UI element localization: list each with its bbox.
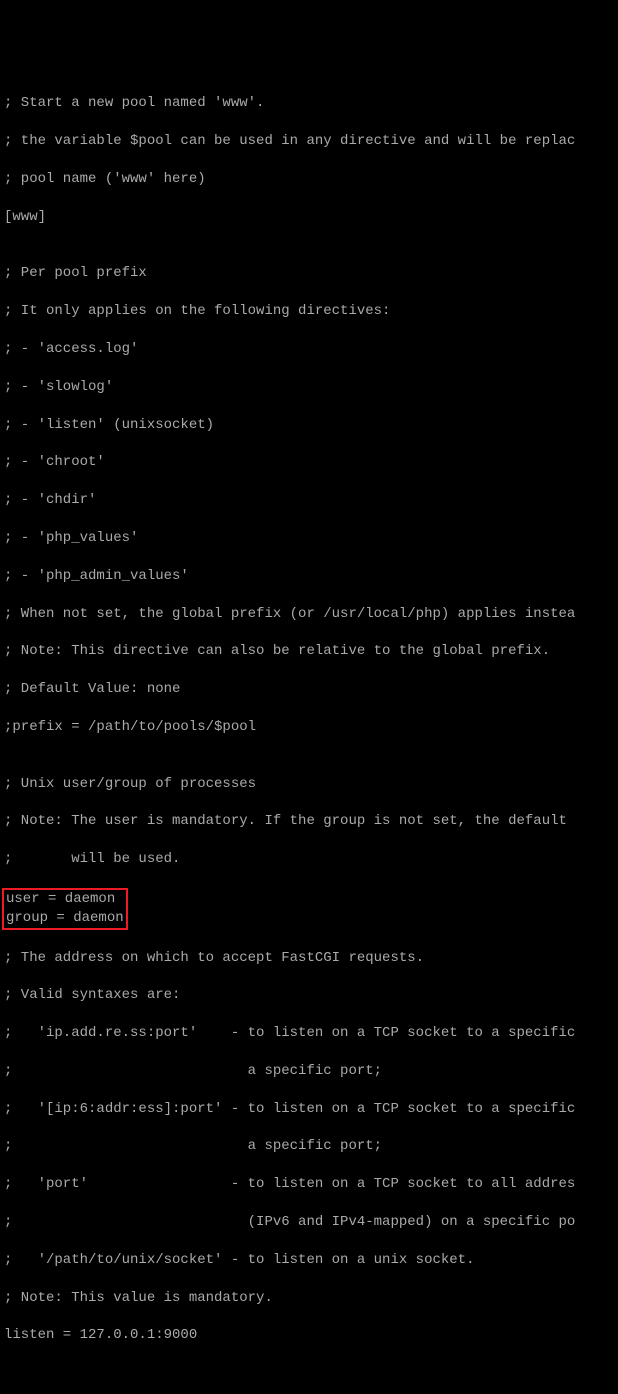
config-line: ; Unix user/group of processes xyxy=(4,775,614,794)
config-line: ; Valid syntaxes are: xyxy=(4,986,614,1005)
config-line: ; will be used. xyxy=(4,850,614,869)
config-line: ; a specific port; xyxy=(4,1137,614,1156)
highlight-annotation: user = daemongroup = daemon xyxy=(2,888,128,930)
pool-section-header: [www] xyxy=(4,208,614,227)
config-line: ; Default Value: none xyxy=(4,680,614,699)
config-line: ; - 'chdir' xyxy=(4,491,614,510)
group-directive: group = daemon xyxy=(6,909,124,928)
config-line: ; (IPv6 and IPv4-mapped) on a specific p… xyxy=(4,1213,614,1232)
config-line: ; - 'php_values' xyxy=(4,529,614,548)
config-line: ; Note: This value is mandatory. xyxy=(4,1289,614,1308)
config-line: ; pool name ('www' here) xyxy=(4,170,614,189)
config-line: ; Note: This directive can also be relat… xyxy=(4,642,614,661)
config-line: ; - 'access.log' xyxy=(4,340,614,359)
config-line: ; '[ip:6:addr:ess]:port' - to listen on … xyxy=(4,1100,614,1119)
config-line: ; 'ip.add.re.ss:port' - to listen on a T… xyxy=(4,1024,614,1043)
config-line: ; 'port' - to listen on a TCP socket to … xyxy=(4,1175,614,1194)
user-directive: user = daemon xyxy=(6,890,124,909)
config-line: ; - 'slowlog' xyxy=(4,378,614,397)
config-line: ; the variable $pool can be used in any … xyxy=(4,132,614,151)
config-line: ; a specific port; xyxy=(4,1062,614,1081)
listen-directive: listen = 127.0.0.1:9000 xyxy=(4,1326,614,1345)
prefix-directive: ;prefix = /path/to/pools/$pool xyxy=(4,718,614,737)
config-line: ; - 'php_admin_values' xyxy=(4,567,614,586)
config-line: ; When not set, the global prefix (or /u… xyxy=(4,605,614,624)
config-line: ; The address on which to accept FastCGI… xyxy=(4,949,614,968)
config-line: ; - 'listen' (unixsocket) xyxy=(4,416,614,435)
config-line: ; Per pool prefix xyxy=(4,264,614,283)
config-line: ; - 'chroot' xyxy=(4,453,614,472)
config-line: ; '/path/to/unix/socket' - to listen on … xyxy=(4,1251,614,1270)
terminal-viewport: ; Start a new pool named 'www'. ; the va… xyxy=(0,76,618,1365)
config-line: ; Start a new pool named 'www'. xyxy=(4,94,614,113)
config-line: ; Note: The user is mandatory. If the gr… xyxy=(4,812,614,831)
config-line: ; It only applies on the following direc… xyxy=(4,302,614,321)
